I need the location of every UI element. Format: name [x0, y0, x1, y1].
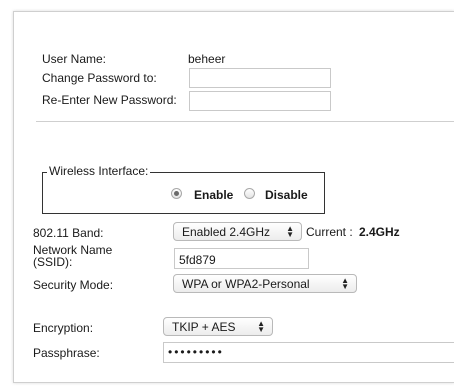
updown-arrows-icon: ▲ ▼ [257, 319, 265, 334]
network-name-label-line2: (SSID): [33, 255, 73, 269]
user-name-label: User Name: [42, 52, 107, 66]
passphrase-label: Passphrase: [33, 346, 100, 360]
encryption-label: Encryption: [33, 321, 94, 335]
security-mode-select[interactable]: WPA or WPA2-Personal ▲ ▼ [173, 274, 357, 293]
updown-arrows-icon: ▲ ▼ [341, 276, 349, 291]
settings-panel: User Name: beheer Change Password to: Re… [13, 11, 454, 383]
reenter-password-label: Re-Enter New Password: [42, 93, 177, 107]
updown-arrows-icon: ▲ ▼ [286, 224, 294, 239]
encryption-select[interactable]: TKIP + AES ▲ ▼ [163, 317, 273, 336]
band-label: 802.11 Band: [33, 226, 104, 240]
band-select[interactable]: Enabled 2.4GHz ▲ ▼ [173, 222, 302, 241]
security-mode-label: Security Mode: [33, 278, 114, 292]
disable-label[interactable]: Disable [265, 188, 308, 202]
enable-label[interactable]: Enable [194, 188, 233, 202]
reenter-password-input[interactable] [189, 91, 331, 111]
enable-radio[interactable] [171, 188, 182, 199]
change-password-input[interactable] [189, 68, 331, 88]
current-band-value: 2.4GHz [359, 225, 400, 239]
change-password-label: Change Password to: [42, 71, 157, 85]
security-mode-value: WPA or WPA2-Personal [182, 277, 310, 291]
band-select-value: Enabled 2.4GHz [182, 225, 271, 239]
user-name-value: beheer [188, 52, 226, 66]
ssid-input[interactable]: 5fd879 [174, 248, 309, 269]
encryption-value: TKIP + AES [172, 320, 236, 334]
current-label: Current : [306, 225, 353, 239]
network-name-label: Network Name (SSID): [33, 244, 112, 268]
passphrase-input[interactable]: ••••••••• [163, 342, 454, 363]
section-divider [36, 121, 454, 122]
disable-radio[interactable] [244, 188, 255, 199]
wireless-interface-legend: Wireless Interface: [47, 164, 151, 178]
